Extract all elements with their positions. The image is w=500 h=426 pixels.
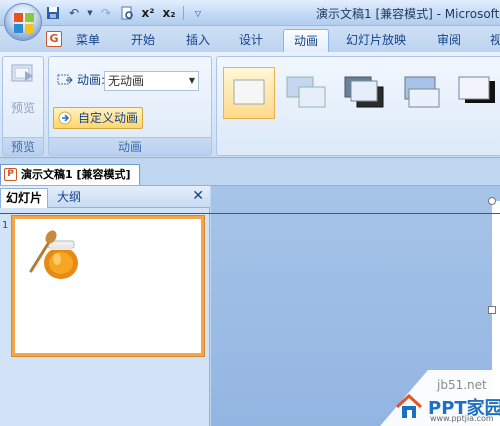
slide-thumbnail[interactable]: [12, 216, 204, 356]
tab-home[interactable]: 开始: [121, 29, 165, 52]
chevron-down-icon: ▼: [188, 76, 195, 85]
animation-label: 动画:: [77, 73, 106, 87]
custom-animation-label: 自定义动画: [78, 111, 139, 125]
document-tab[interactable]: P 演示文稿1 [兼容模式]: [0, 164, 140, 185]
preview-group-label: 预览: [3, 137, 43, 155]
undo-dropdown-icon[interactable]: ▼: [86, 4, 94, 22]
animation-icon: [57, 74, 73, 84]
tab-insert[interactable]: 插入: [176, 29, 220, 52]
guide-line: [0, 213, 500, 214]
document-tab-label: 演示文稿1 [兼容模式]: [21, 168, 131, 181]
tab-slides[interactable]: 幻灯片: [0, 188, 49, 208]
document-tab-bar: P 演示文稿1 [兼容模式]: [0, 158, 500, 186]
transition-thumb-fade[interactable]: [281, 67, 333, 119]
watermark-site: jb51.net: [437, 378, 487, 392]
honey-jar-image: [29, 230, 78, 279]
save-icon[interactable]: [44, 4, 62, 22]
office-button[interactable]: [4, 3, 42, 41]
preview-group: 预览 预览: [2, 56, 44, 156]
slides-pane: 幻灯片 大纲 ✕ 1: [0, 186, 210, 426]
subscript-button[interactable]: x₂: [160, 4, 178, 22]
transition-thumb-none[interactable]: [223, 67, 275, 119]
tab-design[interactable]: 设计: [229, 29, 273, 52]
resize-handle-top-right[interactable]: [488, 197, 496, 205]
pane-tab-strip: 幻灯片 大纲 ✕: [0, 186, 210, 208]
redo-icon[interactable]: ↷: [97, 4, 115, 22]
tab-animation[interactable]: 动画: [283, 29, 330, 52]
slide-number: 1: [2, 220, 9, 231]
preview-button-label[interactable]: 预览: [3, 99, 43, 116]
title-bar: ↶ ▼ ↷ x² x₂ ▽ 演示文稿1 [兼容模式] - Microsoft: [0, 0, 500, 26]
animation-group: 动画: 无动画 ▼ 自定义动画 动画: [48, 56, 212, 156]
custom-animation-icon: [58, 111, 72, 125]
qat-separator: [183, 6, 184, 20]
animation-select[interactable]: 无动画 ▼: [104, 71, 199, 91]
ribbon-tab-bar: G 菜单 开始 插入 设计 动画 幻灯片放映 审阅 视: [0, 26, 500, 52]
ribbon: 预览 预览 动画: 无动画 ▼ 自定义动画 动画: [0, 52, 500, 158]
tab-outline[interactable]: 大纲: [52, 188, 86, 208]
transition-thumb-dark[interactable]: [339, 67, 391, 119]
transition-gallery-group: [216, 56, 500, 156]
watermark-url: www.pptjia.com: [430, 414, 494, 423]
transition-thumb-cut[interactable]: [397, 67, 449, 119]
print-preview-icon[interactable]: [118, 4, 136, 22]
quick-access-toolbar: ↶ ▼ ↷ x² x₂ ▽: [44, 4, 207, 22]
animation-row: 动画:: [57, 71, 105, 88]
tab-slideshow[interactable]: 幻灯片放映: [336, 29, 416, 52]
custom-animation-button[interactable]: 自定义动画: [53, 107, 144, 129]
superscript-button[interactable]: x²: [139, 4, 157, 22]
office-logo-icon: [14, 13, 34, 33]
undo-icon[interactable]: ↶: [65, 4, 83, 22]
close-icon[interactable]: ✕: [192, 188, 204, 204]
resize-handle-right[interactable]: [488, 306, 496, 314]
tab-review[interactable]: 审阅: [427, 29, 471, 52]
animation-group-label: 动画: [49, 137, 211, 155]
tab-view[interactable]: 视: [480, 29, 500, 52]
preview-icon[interactable]: [11, 63, 37, 89]
animation-select-value: 无动画: [108, 74, 145, 88]
tab-menu[interactable]: 菜单: [66, 29, 110, 52]
transition-thumb-black[interactable]: [455, 67, 500, 119]
house-logo-icon: [395, 394, 423, 418]
window-title: 演示文稿1 [兼容模式] - Microsoft: [316, 7, 500, 21]
powerpoint-app-icon: G: [46, 31, 62, 47]
customize-qat-icon[interactable]: ▽: [189, 4, 207, 22]
presentation-icon: P: [4, 168, 17, 181]
